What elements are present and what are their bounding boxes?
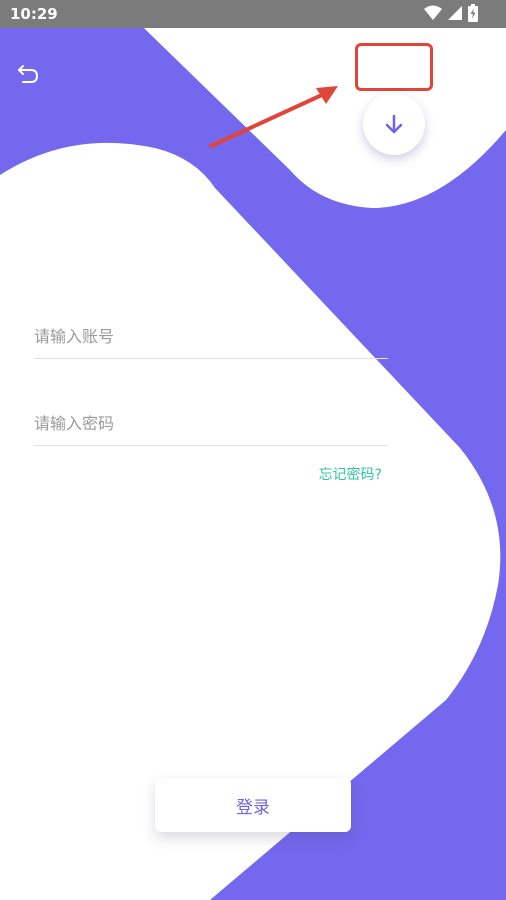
undo-arrow-icon <box>18 65 39 83</box>
wifi-icon <box>424 5 442 20</box>
login-label: 登录 <box>236 797 270 818</box>
status-bar: 10:29 <box>0 0 506 28</box>
password-field <box>34 401 388 446</box>
password-input[interactable] <box>34 401 388 445</box>
account-input[interactable] <box>34 314 388 358</box>
status-icons <box>424 4 478 22</box>
arrow-down-icon <box>385 114 403 134</box>
forgot-password-link[interactable]: 忘记密码? <box>319 464 382 484</box>
signal-icon <box>448 6 462 20</box>
login-screen: 10:29 注册 请输入账号 忘记密码? 登录 <box>0 0 506 900</box>
account-field <box>34 314 388 359</box>
battery-icon <box>468 4 478 22</box>
register-button[interactable]: 注册 <box>355 43 433 91</box>
status-time: 10:29 <box>10 5 58 23</box>
back-button[interactable] <box>14 58 44 88</box>
arrow-down-button[interactable] <box>363 93 425 155</box>
login-button[interactable]: 登录 <box>155 778 351 832</box>
register-label: 注册 <box>377 59 410 78</box>
background-shapes <box>0 0 506 900</box>
